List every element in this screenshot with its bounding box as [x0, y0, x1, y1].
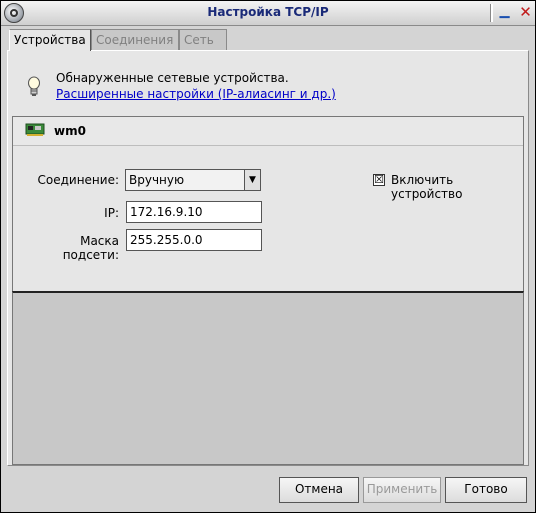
device-name: wm0 [54, 124, 86, 138]
tab-connections[interactable]: Соединения [91, 29, 179, 50]
tab-network[interactable]: Сеть [179, 29, 227, 50]
connection-value: Вручную [129, 173, 185, 187]
subnet-mask-label: Маска подсети: [62, 234, 119, 262]
connection-label: Соединение: [37, 173, 120, 187]
apply-button[interactable]: Применить [363, 477, 441, 503]
enable-device-checkbox[interactable]: ☒ [373, 174, 385, 186]
device-header: wm0 [13, 117, 523, 146]
done-button[interactable]: Готово [445, 477, 527, 503]
network-card-icon [25, 123, 45, 136]
cancel-button[interactable]: Отмена [279, 477, 359, 503]
dropdown-arrow-icon[interactable]: ▼ [244, 170, 260, 190]
ip-label: IP: [104, 206, 119, 220]
lightbulb-icon [28, 76, 40, 96]
devices-panel: Обнаруженные сетевые устройства. Расшире… [7, 50, 529, 466]
connection-select[interactable]: Вручную ▼ [125, 169, 261, 191]
minimize-icon[interactable]: ▁ [495, 4, 514, 22]
device-card: wm0 Соединение: Вручную ▼ ☒ Включить уст… [12, 116, 524, 294]
subnet-mask-field[interactable]: 255.255.0.0 [126, 229, 262, 251]
empty-device-area [12, 291, 524, 465]
title-bar: Настройка TCP/IP ▁ ✕ [1, 1, 535, 26]
tab-devices[interactable]: Устройства [9, 29, 91, 51]
tab-bar: Сеть Соединения Устройства [7, 29, 531, 51]
window-title: Настройка TCP/IP [207, 5, 329, 19]
ip-field[interactable]: 172.16.9.10 [126, 201, 262, 223]
info-text: Обнаруженные сетевые устройства. [56, 71, 289, 85]
advanced-settings-link[interactable]: Расширенные настройки (IP-алиасинг и др.… [56, 87, 336, 101]
titlebar-separator [490, 4, 493, 22]
tcpip-settings-window: Настройка TCP/IP ▁ ✕ Сеть Соединения Уст… [0, 0, 536, 513]
enable-device-label[interactable]: Включить устройство [391, 173, 523, 201]
close-icon[interactable]: ✕ [516, 4, 535, 22]
